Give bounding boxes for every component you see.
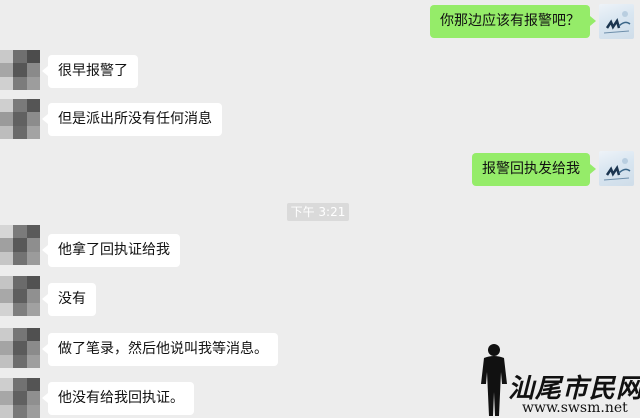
profile-avatar-icon — [603, 158, 631, 181]
self-avatar[interactable] — [599, 4, 634, 39]
contact-avatar[interactable] — [0, 50, 40, 90]
message-bubble-received[interactable]: 他没有给我回执证。 — [42, 382, 194, 415]
contact-avatar[interactable] — [0, 276, 40, 316]
message-bubble-received[interactable]: 没有 — [42, 283, 96, 316]
contact-avatar[interactable] — [0, 99, 40, 139]
contact-avatar[interactable] — [0, 328, 40, 368]
profile-avatar-icon — [603, 11, 631, 34]
site-watermark: 汕尾市民网 www.swsm.net — [470, 340, 640, 418]
message-bubble-received[interactable]: 做了笔录，然后他说叫我等消息。 — [42, 333, 278, 366]
contact-avatar[interactable] — [0, 225, 40, 265]
chat-window: 你那边应该有报警吧？ 很早报警了 但是派出所没有任何消息 报警回执发给我 下午 … — [0, 0, 640, 418]
message-timestamp: 下午 3:21 — [287, 203, 349, 221]
self-avatar[interactable] — [599, 151, 634, 186]
message-bubble-received[interactable]: 他拿了回执证给我 — [42, 234, 180, 267]
watermark-url: www.swsm.net — [522, 400, 628, 416]
message-bubble-received[interactable]: 但是派出所没有任何消息 — [42, 103, 222, 136]
contact-avatar[interactable] — [0, 378, 40, 418]
message-bubble-received[interactable]: 很早报警了 — [42, 55, 138, 88]
message-bubble-sent[interactable]: 你那边应该有报警吧？ — [430, 5, 596, 38]
message-bubble-sent[interactable]: 报警回执发给我 — [472, 153, 596, 186]
